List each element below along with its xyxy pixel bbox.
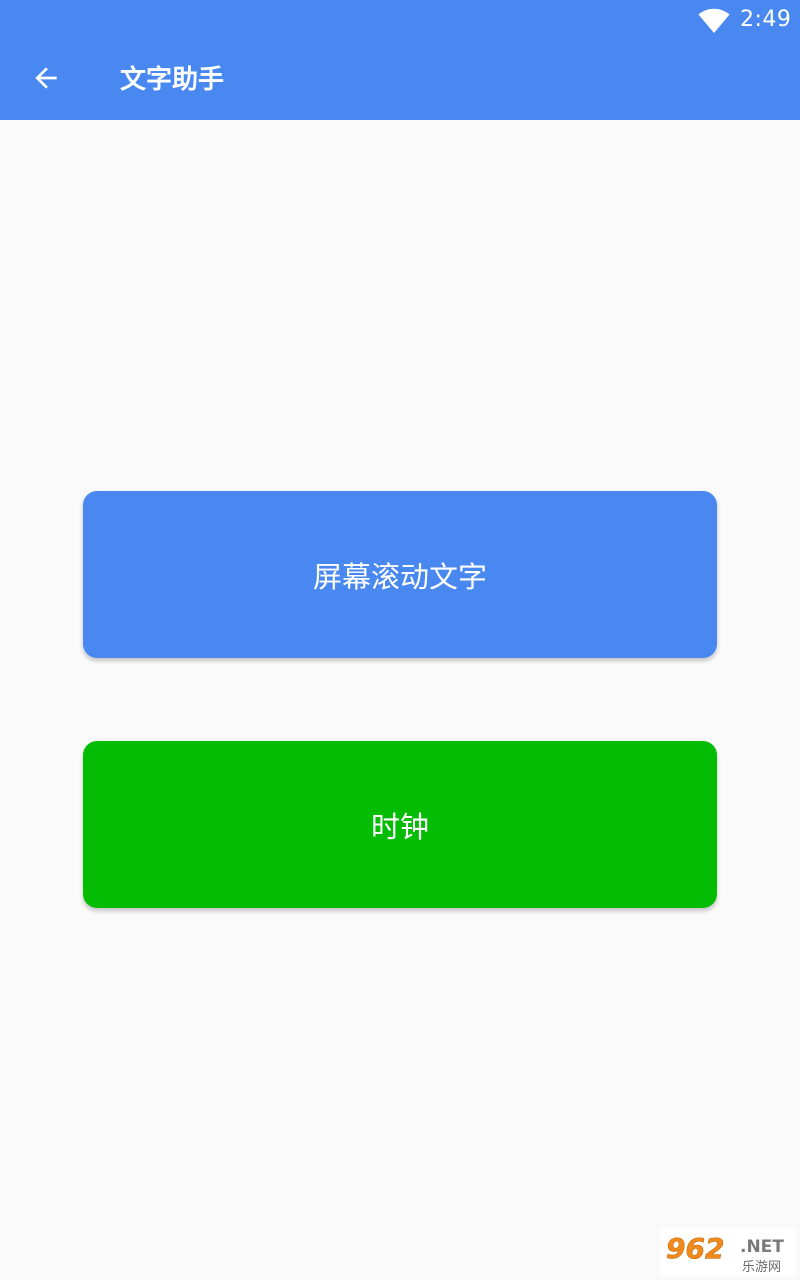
screen: 2:49 文字助手 屏幕滚动文字 时钟 962 .NET 乐游网 (0, 0, 800, 1280)
watermark-logo: 962 .NET 乐游网 (660, 1228, 796, 1276)
watermark-caption: 乐游网 (742, 1260, 781, 1275)
watermark-number: 962 (666, 1232, 724, 1265)
app-title: 文字助手 (120, 65, 225, 95)
clock-button[interactable]: 时钟 (83, 741, 717, 908)
watermark-suffix: .NET (740, 1237, 784, 1257)
app-bar: 文字助手 (0, 40, 800, 120)
status-bar: 2:49 (0, 0, 800, 40)
clock-button-label: 时钟 (370, 809, 429, 844)
back-button[interactable] (16, 50, 76, 110)
scroll-text-button[interactable]: 屏幕滚动文字 (83, 491, 717, 658)
scroll-text-button-label: 屏幕滚动文字 (312, 559, 487, 594)
status-time: 2:49 (740, 7, 792, 32)
wifi-icon (698, 8, 730, 34)
arrow-back-icon (30, 62, 62, 98)
